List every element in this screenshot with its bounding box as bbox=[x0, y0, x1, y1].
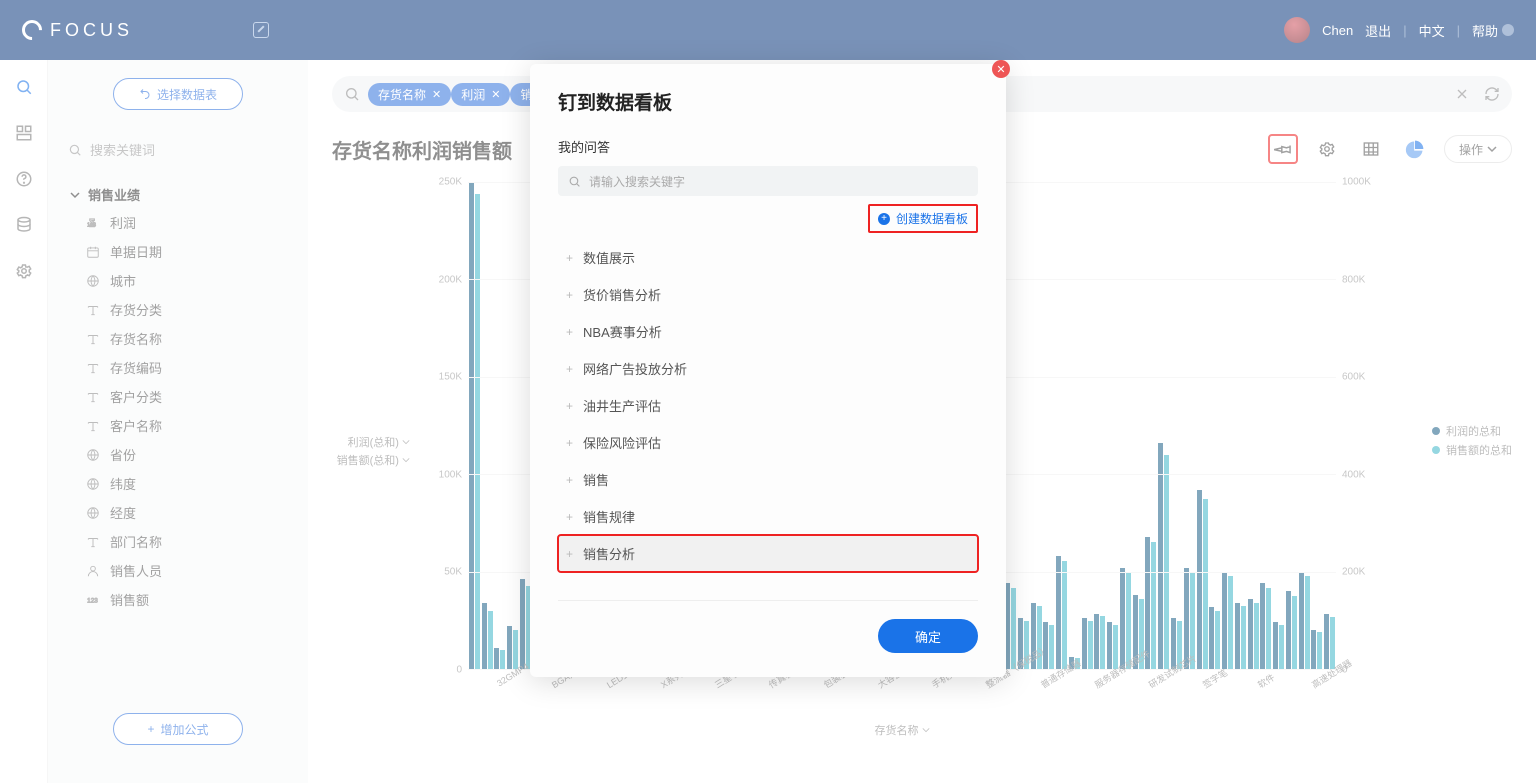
close-icon[interactable]: ✕ bbox=[992, 60, 1010, 78]
board-item[interactable]: +销售 bbox=[558, 461, 978, 498]
board-item[interactable]: +销售分析 bbox=[558, 535, 978, 572]
pin-modal: ✕ 钉到数据看板 我的问答 请输入搜索关键字 +创建数据看板 +数值展示+货价销… bbox=[530, 64, 1006, 677]
board-item[interactable]: +网络广告投放分析 bbox=[558, 350, 978, 387]
board-item[interactable]: +货价销售分析 bbox=[558, 276, 978, 313]
modal-title: 钉到数据看板 bbox=[558, 88, 978, 115]
modal-search-placeholder: 请输入搜索关键字 bbox=[589, 173, 685, 190]
board-item[interactable]: +销售规律 bbox=[558, 498, 978, 535]
ok-button[interactable]: 确定 bbox=[878, 619, 978, 653]
modal-subtitle: 我的问答 bbox=[558, 137, 978, 156]
board-item[interactable]: +NBA赛事分析 bbox=[558, 313, 978, 350]
board-item[interactable]: +油井生产评估 bbox=[558, 387, 978, 424]
create-dashboard-link[interactable]: +创建数据看板 bbox=[868, 204, 978, 233]
board-item[interactable]: +保险风险评估 bbox=[558, 424, 978, 461]
modal-search[interactable]: 请输入搜索关键字 bbox=[558, 166, 978, 196]
board-list: +数值展示+货价销售分析+NBA赛事分析+网络广告投放分析+油井生产评估+保险风… bbox=[558, 239, 978, 572]
board-item[interactable]: +数值展示 bbox=[558, 239, 978, 276]
